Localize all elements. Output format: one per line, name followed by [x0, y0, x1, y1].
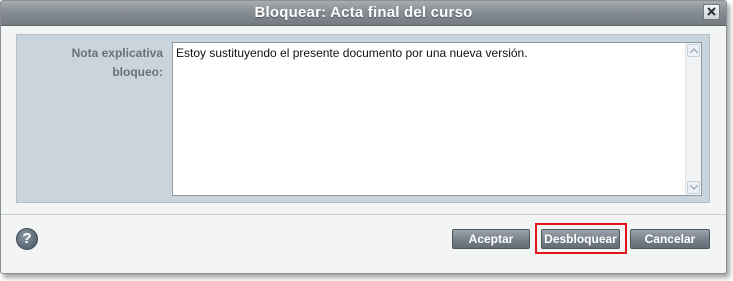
- scroll-down-button[interactable]: [687, 181, 700, 194]
- close-icon: [707, 7, 716, 16]
- note-textarea-value: Estoy sustituyendo el presente documento…: [176, 46, 528, 60]
- dialog-titlebar[interactable]: Bloquear: Acta final del curso: [1, 1, 726, 26]
- accept-button[interactable]: Aceptar: [452, 229, 530, 249]
- note-textarea[interactable]: Estoy sustituyendo el presente documento…: [172, 42, 702, 196]
- close-button[interactable]: [703, 4, 720, 20]
- lock-dialog: Bloquear: Acta final del curso Nota expl…: [0, 0, 727, 274]
- dialog-title: Bloquear: Acta final del curso: [254, 4, 473, 21]
- help-button[interactable]: ?: [16, 228, 38, 250]
- help-icon: ?: [22, 230, 32, 247]
- cancel-button[interactable]: Cancelar: [630, 229, 710, 249]
- chevron-up-icon: [690, 48, 698, 53]
- form-panel: Nota explicativa bloqueo: Estoy sustituy…: [16, 34, 710, 203]
- chevron-down-icon: [690, 185, 698, 190]
- unlock-button[interactable]: Desbloquear: [541, 229, 620, 249]
- scroll-up-button[interactable]: [687, 44, 700, 57]
- textarea-scrollbar[interactable]: [685, 43, 701, 195]
- note-field-label: Nota explicativa bloqueo:: [71, 46, 163, 79]
- footer-separator: [1, 214, 726, 215]
